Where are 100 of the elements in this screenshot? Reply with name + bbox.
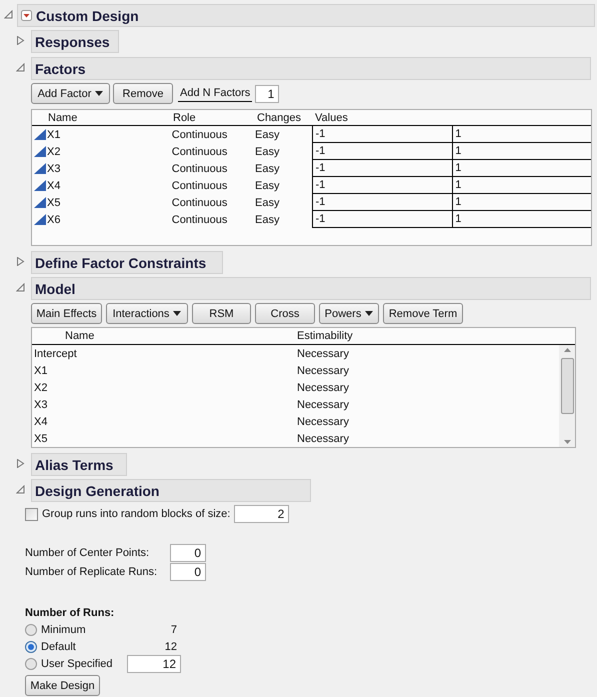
column-header: Role <box>173 110 197 126</box>
column-header: Changes <box>257 110 302 126</box>
replicate-runs-label: Number of Replicate Runs: <box>25 565 158 580</box>
term-estimability: Necessary <box>297 346 349 362</box>
report-title: Custom Design <box>36 8 139 24</box>
continuous-factor-icon <box>34 146 46 157</box>
term-estimability: Necessary <box>297 380 349 396</box>
run-count: 7 <box>170 622 178 638</box>
scroll-up-icon[interactable] <box>564 348 570 352</box>
continuous-factor-icon <box>34 197 46 208</box>
continuous-factor-icon <box>34 214 46 225</box>
factor-role: Continuous <box>172 162 228 176</box>
dropdown-arrow-icon <box>173 311 182 316</box>
factor-role: Continuous <box>172 128 228 142</box>
toolbar-button[interactable]: Cross <box>255 303 315 324</box>
column-header: Estimability <box>297 329 353 344</box>
toolbar-button[interactable]: Main Effects <box>31 303 102 324</box>
radio-button[interactable] <box>25 640 37 652</box>
low-value-cell[interactable]: -1 <box>312 177 452 194</box>
outline-header[interactable]: Model <box>31 277 591 300</box>
factor-changes: Easy <box>255 196 280 210</box>
factor-role: Continuous <box>172 212 228 228</box>
factor-changes: Easy <box>255 128 280 142</box>
toolbar-button[interactable]: Make Design <box>25 675 100 696</box>
run-count-field[interactable]: 12 <box>127 654 181 672</box>
term-name: Intercept <box>34 346 78 362</box>
factor-role: Continuous <box>172 178 228 194</box>
center-points-label: Number of Center Points: <box>25 546 150 561</box>
factor-changes: Easy <box>255 144 280 160</box>
term-estimability: Necessary <box>297 432 349 446</box>
continuous-factor-icon <box>34 163 46 174</box>
run-count: 12 <box>164 640 178 654</box>
outline-header[interactable]: Factors <box>31 57 591 80</box>
collapse-triangle-icon[interactable] <box>16 63 25 72</box>
low-value-cell[interactable]: -1 <box>312 194 452 211</box>
expand-triangle-icon[interactable] <box>16 257 25 266</box>
continuous-factor-icon <box>34 129 46 140</box>
term-estimability: Necessary <box>297 398 349 412</box>
high-value-cell[interactable]: 1 <box>452 143 592 160</box>
factor-changes: Easy <box>255 212 280 228</box>
low-value-cell[interactable]: -1 <box>312 160 452 177</box>
dropdown-arrow-icon <box>365 311 374 316</box>
term-name: X5 <box>34 432 48 446</box>
collapse-triangle-icon[interactable] <box>4 10 13 19</box>
factor-changes: Easy <box>255 178 280 194</box>
dropdown-arrow-icon <box>95 91 104 96</box>
term-estimability: Necessary <box>297 414 349 430</box>
scrollbar[interactable] <box>559 345 575 447</box>
block-size-field[interactable]: 2 <box>234 505 290 523</box>
toolbar-button[interactable]: Remove Term <box>383 303 463 324</box>
toolbar-button[interactable]: Remove <box>113 83 173 104</box>
outline-header[interactable]: Responses <box>31 30 119 53</box>
factor-name: X2 <box>47 144 60 160</box>
term-name: X2 <box>34 380 48 396</box>
expand-triangle-icon[interactable] <box>16 459 25 468</box>
low-value-cell[interactable]: -1 <box>312 126 452 143</box>
high-value-cell[interactable]: 1 <box>452 160 592 177</box>
column-header: Values <box>315 110 348 126</box>
continuous-factor-icon <box>34 180 46 191</box>
radio-label: User Specified <box>41 656 114 672</box>
high-value-cell[interactable]: 1 <box>452 211 592 228</box>
column-header: Name <box>47 110 78 126</box>
collapse-triangle-icon[interactable] <box>16 283 25 292</box>
column-header: Name <box>64 329 96 344</box>
high-value-cell[interactable]: 1 <box>452 194 592 211</box>
toolbar-button[interactable]: Interactions <box>106 303 188 324</box>
factor-count-field[interactable]: 1 <box>255 84 280 102</box>
center-points-field[interactable]: 0 <box>170 544 206 562</box>
toolbar-button[interactable]: RSM <box>192 303 251 324</box>
outline-header[interactable]: Alias Terms <box>31 453 127 476</box>
term-name: X1 <box>34 364 48 378</box>
term-estimability: Necessary <box>297 364 349 378</box>
blocks-label: Group runs into random blocks of size: <box>42 507 230 522</box>
radio-button[interactable] <box>25 658 37 670</box>
scroll-thumb[interactable] <box>560 358 574 414</box>
menu-icon[interactable] <box>21 10 32 21</box>
toolbar-button[interactable]: Add Factor <box>31 83 110 104</box>
factor-name: X5 <box>47 196 60 210</box>
checkbox[interactable] <box>25 508 38 520</box>
outline-header[interactable]: Define Factor Constraints <box>31 251 223 274</box>
outline-header[interactable]: Design Generation <box>31 479 311 502</box>
factor-name: X6 <box>47 212 60 228</box>
number-of-runs-label: Number of Runs: <box>25 606 116 621</box>
replicate-runs-field[interactable]: 0 <box>170 563 206 581</box>
radio-label: Default <box>41 640 77 654</box>
expand-triangle-icon[interactable] <box>16 36 25 45</box>
toolbar-button[interactable]: Powers <box>319 303 379 324</box>
high-value-cell[interactable]: 1 <box>452 177 592 194</box>
factor-role: Continuous <box>172 196 228 210</box>
factor-role: Continuous <box>172 144 228 160</box>
factor-changes: Easy <box>255 162 280 176</box>
term-name: X4 <box>34 414 48 430</box>
low-value-cell[interactable]: -1 <box>312 143 452 160</box>
term-name: X3 <box>34 398 48 412</box>
factor-name: X1 <box>47 128 60 142</box>
high-value-cell[interactable]: 1 <box>452 126 592 143</box>
low-value-cell[interactable]: -1 <box>312 211 452 228</box>
collapse-triangle-icon[interactable] <box>16 485 25 494</box>
radio-button[interactable] <box>25 624 37 636</box>
scroll-down-icon[interactable] <box>564 440 570 444</box>
